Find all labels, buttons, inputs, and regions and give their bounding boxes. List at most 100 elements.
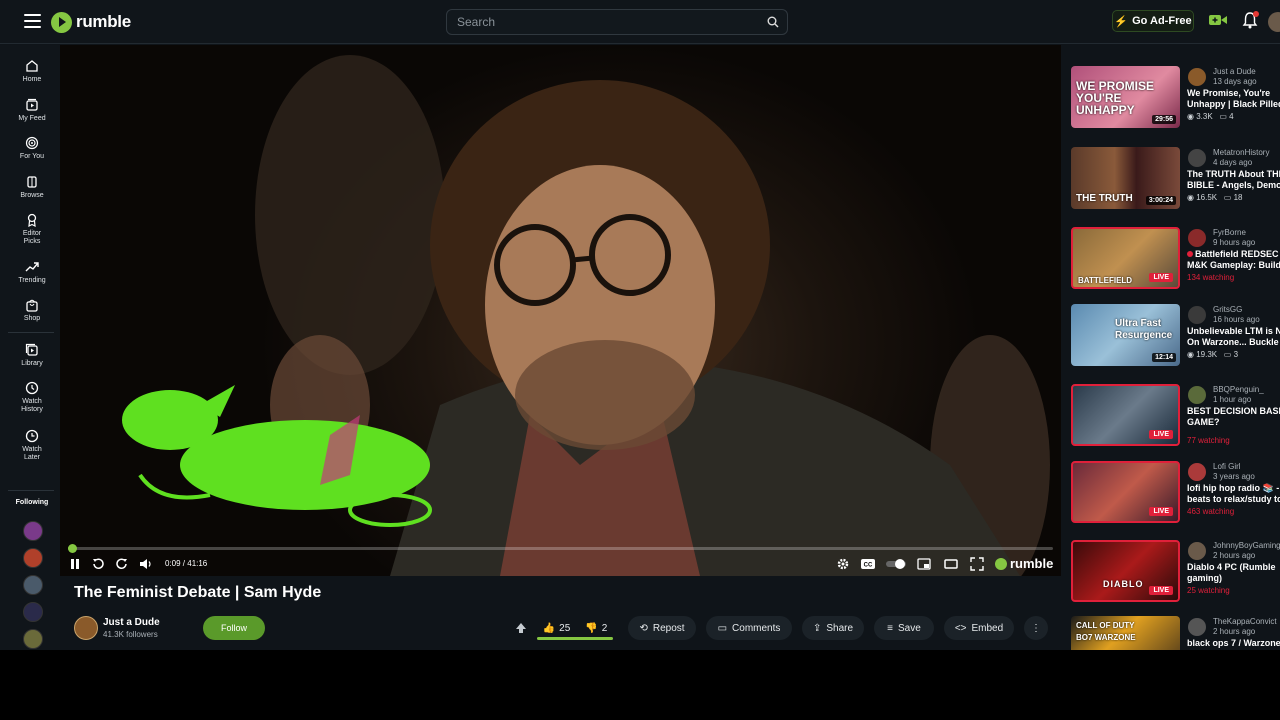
rewind-icon[interactable] (91, 557, 105, 571)
sidebar-item-home[interactable]: Home (4, 59, 60, 84)
save-button[interactable]: ≡ Save (874, 616, 934, 640)
channel-avatar[interactable] (1188, 68, 1206, 86)
sidebar-item-shop[interactable]: Shop (4, 298, 60, 323)
fullscreen-icon[interactable] (970, 557, 984, 571)
like-button[interactable]: 👍 25 (543, 623, 571, 634)
miniplayer-icon[interactable] (917, 557, 931, 571)
recommended-video[interactable]: CALL OF DUTY BO7 WARZONE TheKappaConvict… (1071, 616, 1280, 650)
video-thumbnail[interactable]: DIABLO LIVE (1071, 540, 1180, 602)
view-count: 16.5K (1196, 193, 1218, 202)
recommended-title[interactable]: black ops 7 / Warzone (1187, 638, 1280, 649)
sidebar-item-library[interactable]: Library (4, 343, 60, 368)
comments-button[interactable]: ▭ Comments (706, 616, 792, 640)
go-ad-free-label: Go Ad-Free (1132, 15, 1192, 27)
channel-avatar[interactable] (1188, 229, 1206, 247)
channel-avatar[interactable] (1188, 618, 1206, 636)
video-player[interactable]: 0:09 / 41:16 CC rumble (60, 45, 1061, 576)
bag-icon (26, 299, 38, 312)
sidebar-item-browse[interactable]: Browse (4, 175, 60, 200)
like-count: 25 (559, 622, 571, 634)
channel-name[interactable]: Just a Dude (103, 617, 160, 628)
upload-time: 4 days ago (1213, 158, 1253, 167)
channel-avatar[interactable] (74, 616, 98, 640)
channel-name[interactable]: MetatronHistory (1213, 148, 1269, 157)
sidebar-divider (8, 332, 54, 333)
upload-time: 16 hours ago (1213, 315, 1260, 324)
recommended-video[interactable]: LIVE BBQPenguin_ 1 hour ago BEST DECISIO… (1071, 384, 1280, 448)
search-icon[interactable] (767, 16, 779, 28)
video-thumbnail[interactable]: WE PROMISE YOU'RE UNHAPPY 29:56 (1071, 66, 1180, 128)
recommended-title[interactable]: Battlefield REDSEC M&K Gameplay: Build (1187, 249, 1280, 271)
sidebar-item-watch-history[interactable]: Watch History (4, 381, 60, 414)
share-button[interactable]: ⇪ Share (802, 616, 864, 640)
sidebar-item-watch-later[interactable]: Watch Later (4, 429, 60, 462)
forward-icon[interactable] (115, 557, 129, 571)
recommended-title[interactable]: The TRUTH About THE BIBLE - Angels, Demo… (1187, 169, 1280, 191)
channel-name[interactable]: TheKappaConvict (1213, 617, 1277, 626)
channel-name[interactable]: FyrBorne (1213, 228, 1246, 237)
pause-icon[interactable] (68, 557, 82, 571)
follow-button[interactable]: Follow (203, 616, 265, 640)
recommended-title[interactable]: We Promise, You're Unhappy | Black Pille… (1187, 88, 1280, 110)
video-thumbnail[interactable]: LIVE (1071, 461, 1180, 523)
channel-name[interactable]: BBQPenguin_ (1213, 385, 1264, 394)
recommended-title[interactable]: Diablo 4 PC (Rumble gaming) (1187, 562, 1280, 584)
rumble-logo[interactable]: rumble (51, 10, 131, 34)
sidebar-item-label: Shop (23, 315, 41, 322)
video-thumbnail[interactable]: LIVE (1071, 384, 1180, 446)
search-input[interactable] (457, 14, 757, 30)
followed-channel-avatar[interactable] (23, 548, 43, 568)
more-options-button[interactable]: ⋮ (1024, 616, 1048, 640)
embed-button[interactable]: <> Embed (944, 616, 1014, 640)
user-avatar[interactable] (1268, 12, 1280, 32)
channel-name[interactable]: Just a Dude (1213, 67, 1256, 76)
sidebar-item-for-you[interactable]: For You (4, 136, 60, 161)
recommended-video[interactable]: WE PROMISE YOU'RE UNHAPPY 29:56 Just a D… (1071, 66, 1280, 130)
followed-channel-avatar[interactable] (23, 602, 43, 622)
channel-name[interactable]: JohnnyBoyGaming (1213, 541, 1280, 550)
recommended-video[interactable]: DIABLO LIVE JohnnyBoyGaming 2 hours ago … (1071, 540, 1280, 604)
sidebar-item-editor-picks[interactable]: Editor Picks (4, 213, 60, 246)
channel-avatar[interactable] (1188, 386, 1206, 404)
channel-avatar[interactable] (1188, 542, 1206, 560)
autoplay-toggle-icon[interactable] (885, 557, 907, 571)
channel-avatar[interactable] (1188, 463, 1206, 481)
recommended-video[interactable]: BATTLEFIELD LIVE FyrBorne 9 hours ago Ba… (1071, 227, 1280, 291)
upload-video-icon[interactable] (1209, 13, 1227, 27)
menu-icon[interactable] (24, 14, 41, 28)
comment-icon: ▭ (1223, 193, 1232, 202)
theater-mode-icon[interactable] (944, 557, 958, 571)
go-ad-free-button[interactable]: ⚡ Go Ad-Free (1112, 10, 1194, 32)
repost-button[interactable]: ⟲ Repost (628, 616, 696, 640)
channel-avatar[interactable] (1188, 306, 1206, 324)
recommended-title[interactable]: Unbelievable LTM is Now On Warzone... Bu… (1187, 326, 1280, 348)
followed-channel-avatar[interactable] (23, 521, 43, 541)
captions-icon[interactable]: CC (860, 557, 876, 571)
sidebar-item-my-feed[interactable]: My Feed (4, 98, 60, 123)
sidebar-item-label: Watch History (21, 398, 43, 413)
video-thumbnail[interactable]: Ultra Fast Resurgence 12:14 (1071, 304, 1180, 366)
recommended-video[interactable]: LIVE Lofi Girl 3 years ago lofi hip hop … (1071, 461, 1280, 525)
bolt-icon: ⚡ (1114, 15, 1129, 28)
progress-knob[interactable] (68, 544, 77, 553)
boost-icon[interactable] (513, 620, 529, 636)
channel-name[interactable]: GritsGG (1213, 305, 1242, 314)
volume-icon[interactable] (139, 557, 153, 571)
video-thumbnail[interactable]: THE TRUTH 3:00:24 (1071, 147, 1180, 209)
recommended-title[interactable]: BEST DECISION BASED GAME? (1187, 406, 1280, 428)
followed-channel-avatar[interactable] (23, 575, 43, 595)
recommended-video[interactable]: Ultra Fast Resurgence 12:14 GritsGG 16 h… (1071, 304, 1280, 368)
recommended-video[interactable]: THE TRUTH 3:00:24 MetatronHistory 4 days… (1071, 147, 1280, 211)
comment-icon: ▭ (717, 622, 728, 634)
channel-avatar[interactable] (1188, 149, 1206, 167)
followed-channel-avatar[interactable] (23, 629, 43, 649)
video-progress-bar[interactable] (68, 544, 1053, 553)
video-thumbnail[interactable]: BATTLEFIELD LIVE (1071, 227, 1180, 289)
video-thumbnail[interactable]: CALL OF DUTY BO7 WARZONE (1071, 616, 1180, 650)
dislike-button[interactable]: 👎 2 (585, 623, 607, 634)
settings-gear-icon[interactable] (836, 557, 850, 571)
channel-name[interactable]: Lofi Girl (1213, 462, 1241, 471)
player-rumble-logo[interactable]: rumble (995, 556, 1053, 571)
sidebar-item-trending[interactable]: Trending (4, 260, 60, 285)
recommended-title[interactable]: lofi hip hop radio 📚 - beats to relax/st… (1187, 483, 1280, 505)
